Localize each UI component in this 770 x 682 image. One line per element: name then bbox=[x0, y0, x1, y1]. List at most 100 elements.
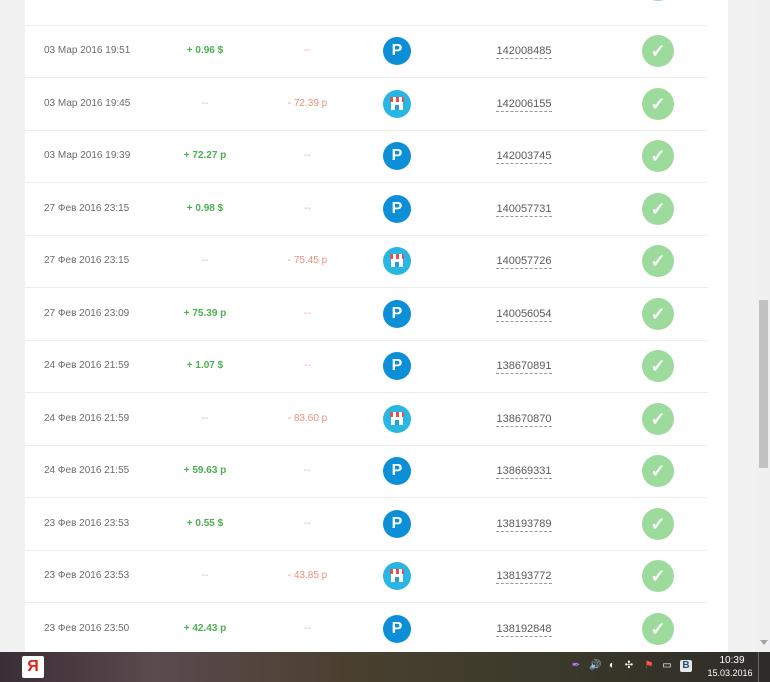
transaction-date: 23 Фев 2016 23:53 bbox=[44, 570, 130, 581]
payeer-icon: P bbox=[383, 37, 411, 65]
status-ok-icon: ✓ bbox=[642, 612, 674, 645]
show-desktop-button[interactable] bbox=[758, 652, 770, 682]
transaction-income: + 75.39 р bbox=[183, 307, 227, 319]
clock-time[interactable]: 10:39 bbox=[712, 655, 752, 666]
transaction-date: 24 Фев 2016 21:59 bbox=[44, 412, 130, 424]
status-ok-icon: ✓ bbox=[642, 140, 674, 172]
status-ok-icon: ✓ bbox=[642, 402, 674, 435]
payeer-icon: P bbox=[383, 142, 411, 170]
clock-date[interactable]: 15.03.2016 bbox=[705, 668, 755, 678]
table-row: 03 Мар 2016 19:51 + 0.96 $ -- P 142008485 ✓ bbox=[25, 25, 708, 78]
transaction-expense: -- bbox=[304, 307, 311, 319]
transaction-income: -- bbox=[201, 255, 209, 266]
table-row: 27 Фев 2016 23:15 -- - 75.45 р 140057726 ✓ bbox=[25, 235, 708, 288]
transaction-expense: - 75.45 р bbox=[287, 255, 328, 266]
transaction-id-link[interactable]: 138670891 bbox=[491, 340, 557, 392]
transaction-date: 23 Фев 2016 23:50 bbox=[44, 622, 130, 634]
transaction-id-link[interactable]: 140057731 bbox=[491, 183, 557, 235]
sync-icon[interactable]: ✣ bbox=[623, 660, 635, 672]
transaction-income: + 0.96 $ bbox=[186, 45, 224, 56]
table-row: 23 Фев 2016 23:50 + 42.43 р -- P 138192848 ✓ bbox=[25, 603, 708, 653]
payeer-icon: P bbox=[383, 352, 411, 380]
transaction-expense: -- bbox=[304, 360, 311, 371]
transaction-id-link[interactable]: 140056054 bbox=[491, 288, 557, 340]
shop-icon bbox=[383, 404, 411, 433]
transaction-id-link[interactable]: 142006155 bbox=[491, 78, 557, 130]
action-center-flag-icon[interactable]: ⚑ bbox=[643, 660, 655, 672]
table-row: 23 Фев 2016 23:53 -- - 43.85 р 138193772 ✓ bbox=[25, 550, 708, 603]
transaction-expense: -- bbox=[304, 622, 311, 634]
table-row-partial: P ✓ bbox=[25, 0, 708, 26]
transaction-date: 24 Фев 2016 21:59 bbox=[44, 360, 130, 371]
payeer-icon: P bbox=[383, 194, 411, 223]
transaction-id-link[interactable]: 138193772 bbox=[491, 550, 557, 602]
shop-icon bbox=[383, 562, 411, 590]
transaction-income: + 1.07 $ bbox=[186, 360, 224, 371]
transactions-table: P ✓ 03 Мар 2016 19:51 + 0.96 $ -- P 14200848… bbox=[25, 0, 728, 652]
table-row: 27 Фев 2016 23:15 + 0.98 $ -- P 140057731 ✓ bbox=[25, 183, 708, 236]
payeer-icon: P bbox=[383, 614, 411, 643]
transaction-income: -- bbox=[201, 570, 209, 581]
transaction-date: 27 Фев 2016 23:09 bbox=[44, 307, 130, 319]
transaction-id-link[interactable]: 140057726 bbox=[491, 235, 557, 287]
transaction-date: 03 Мар 2016 19:39 bbox=[44, 150, 131, 161]
payeer-icon: P bbox=[383, 509, 411, 538]
transaction-income: + 0.98 $ bbox=[186, 202, 224, 214]
vk-icon[interactable]: В bbox=[680, 660, 692, 672]
feather-icon[interactable]: ✒ bbox=[570, 660, 582, 672]
shop-icon bbox=[383, 247, 411, 275]
status-ok-icon: ✓ bbox=[642, 297, 674, 330]
status-ok-icon: ✓ bbox=[642, 192, 674, 225]
table-row: 03 Мар 2016 19:45 -- - 72.39 р 142006155 ✓ bbox=[25, 78, 708, 131]
transaction-expense: - 83.60 р bbox=[287, 412, 328, 424]
table-row: 24 Фев 2016 21:59 + 1.07 $ -- P 138670891 ✓ bbox=[25, 340, 708, 393]
transaction-id-link[interactable]: 138669331 bbox=[491, 445, 557, 497]
volume-icon[interactable]: 🔊 bbox=[589, 660, 601, 672]
transaction-income: + 0.55 $ bbox=[186, 517, 224, 529]
transaction-expense: -- bbox=[304, 465, 311, 476]
steam-icon[interactable]: ◐ bbox=[606, 660, 618, 672]
payeer-icon: P bbox=[383, 299, 411, 328]
transaction-expense: -- bbox=[304, 517, 311, 529]
transaction-id-link[interactable]: 138192848 bbox=[491, 603, 557, 653]
status-ok-icon: ✓ bbox=[642, 35, 674, 67]
transaction-expense: -- bbox=[304, 45, 311, 56]
table-row: 03 Мар 2016 19:39 + 72.27 р -- P 142003745 ✓ bbox=[25, 130, 708, 183]
table-row: 24 Фев 2016 21:59 -- - 83.60 р 138670870 ✓ bbox=[25, 393, 708, 446]
transaction-income: + 72.27 р bbox=[183, 150, 227, 161]
network-icon[interactable]: ▭ bbox=[661, 660, 673, 672]
transaction-income: -- bbox=[201, 412, 209, 424]
table-row: 24 Фев 2016 21:55 + 59.63 р -- P 138669331 ✓ bbox=[25, 445, 708, 498]
transaction-income: -- bbox=[201, 97, 209, 109]
transaction-id-link[interactable]: 138670870 bbox=[491, 393, 557, 445]
status-ok-icon: ✓ bbox=[642, 245, 674, 277]
status-ok-icon: ✓ bbox=[642, 0, 674, 1]
transactions-page: P ✓ 03 Мар 2016 19:51 + 0.96 $ -- P 14200848… bbox=[0, 0, 756, 652]
table-row: 27 Фев 2016 23:09 + 75.39 р -- P 140056054 ✓ bbox=[25, 288, 708, 341]
yandex-browser-icon[interactable]: Я bbox=[22, 656, 44, 678]
transaction-date: 23 Фев 2016 23:53 bbox=[44, 517, 130, 529]
transaction-id-link[interactable]: 142008485 bbox=[491, 25, 557, 77]
transaction-date: 03 Мар 2016 19:45 bbox=[44, 97, 131, 109]
transaction-date: 24 Фев 2016 21:55 bbox=[44, 465, 130, 476]
transaction-date: 27 Фев 2016 23:15 bbox=[44, 255, 130, 266]
status-ok-icon: ✓ bbox=[642, 87, 674, 120]
transaction-income: + 42.43 р bbox=[183, 622, 227, 634]
transaction-income: + 59.63 р bbox=[183, 465, 227, 476]
transaction-expense: -- bbox=[304, 202, 311, 214]
scroll-down-arrow-icon[interactable] bbox=[760, 640, 768, 645]
table-row: 23 Фев 2016 23:53 + 0.55 $ -- P 138193789 ✓ bbox=[25, 498, 708, 551]
shop-icon bbox=[383, 89, 411, 118]
status-ok-icon: ✓ bbox=[642, 560, 674, 592]
status-ok-icon: ✓ bbox=[642, 350, 674, 382]
transaction-expense: - 43.85 р bbox=[287, 570, 328, 581]
scrollbar-thumb[interactable] bbox=[759, 300, 768, 468]
status-ok-icon: ✓ bbox=[642, 507, 674, 540]
transaction-date: 03 Мар 2016 19:51 bbox=[44, 45, 131, 56]
transaction-date: 27 Фев 2016 23:15 bbox=[44, 202, 130, 214]
payeer-icon: P bbox=[383, 457, 411, 485]
transaction-id-link[interactable]: 138193789 bbox=[491, 498, 557, 550]
transaction-expense: - 72.39 р bbox=[287, 97, 328, 109]
transaction-expense: -- bbox=[304, 150, 311, 161]
transaction-id-link[interactable]: 142003745 bbox=[491, 130, 557, 182]
